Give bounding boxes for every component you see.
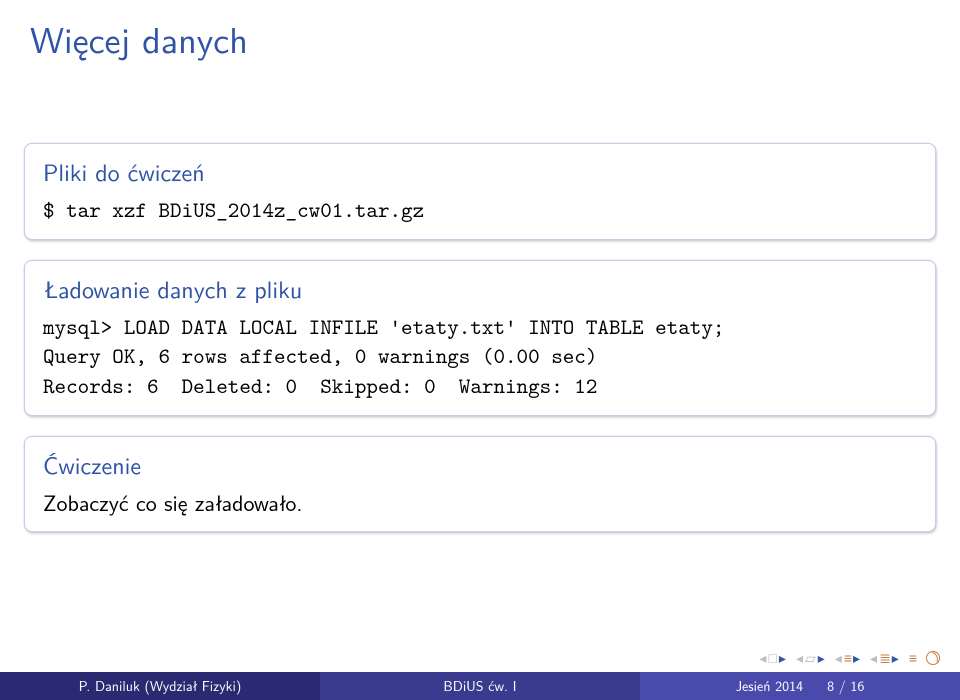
- footer-right: Jesień 2014 8 / 16: [640, 672, 960, 700]
- footer: P. Daniluk (Wydział Fizyki) BDiUS ćw. I …: [0, 672, 960, 700]
- block-body-files: $ tar xzf BDiUS_2014z_cw01.tar.gz: [25, 191, 935, 239]
- block-body-load: mysql> LOAD DATA LOCAL INFILE 'etaty.txt…: [25, 308, 935, 415]
- footer-term: Jesień 2014: [735, 676, 803, 696]
- footer-page: 8 / 16: [827, 676, 864, 696]
- slide: Więcej danych Pliki do ćwiczeń $ tar xzf…: [0, 0, 960, 700]
- slide-title: Więcej danych: [0, 0, 960, 83]
- block-body-exercise: Zobaczyć co się załadowało.: [25, 484, 935, 532]
- nav-back-icon[interactable]: [926, 651, 940, 665]
- nav-next-frame[interactable]: ◂≣▸: [870, 648, 899, 668]
- block-files: Pliki do ćwiczeń $ tar xzf BDiUS_2014z_c…: [24, 143, 936, 240]
- footer-course: BDiUS ćw. I: [320, 672, 640, 700]
- nav-outline-icon[interactable]: ≡: [909, 648, 916, 668]
- nav-prev-section[interactable]: ◂□▸: [759, 648, 786, 668]
- footer-author: P. Daniluk (Wydział Fizyki): [0, 672, 320, 700]
- block-load: Ładowanie danych z pliku mysql> LOAD DAT…: [24, 260, 936, 416]
- slide-content: Pliki do ćwiczeń $ tar xzf BDiUS_2014z_c…: [0, 83, 960, 700]
- nav-prev-slide[interactable]: ◂▱▸: [796, 648, 825, 668]
- block-title-files: Pliki do ćwiczeń: [25, 144, 935, 191]
- block-exercise: Ćwiczenie Zobaczyć co się załadowało.: [24, 436, 936, 533]
- nav-prev-frame[interactable]: ◂≡▸: [835, 648, 860, 668]
- block-title-exercise: Ćwiczenie: [25, 437, 935, 484]
- nav-controls: ◂□▸ ◂▱▸ ◂≡▸ ◂≣▸ ≡: [759, 648, 940, 668]
- block-title-load: Ładowanie danych z pliku: [25, 261, 935, 308]
